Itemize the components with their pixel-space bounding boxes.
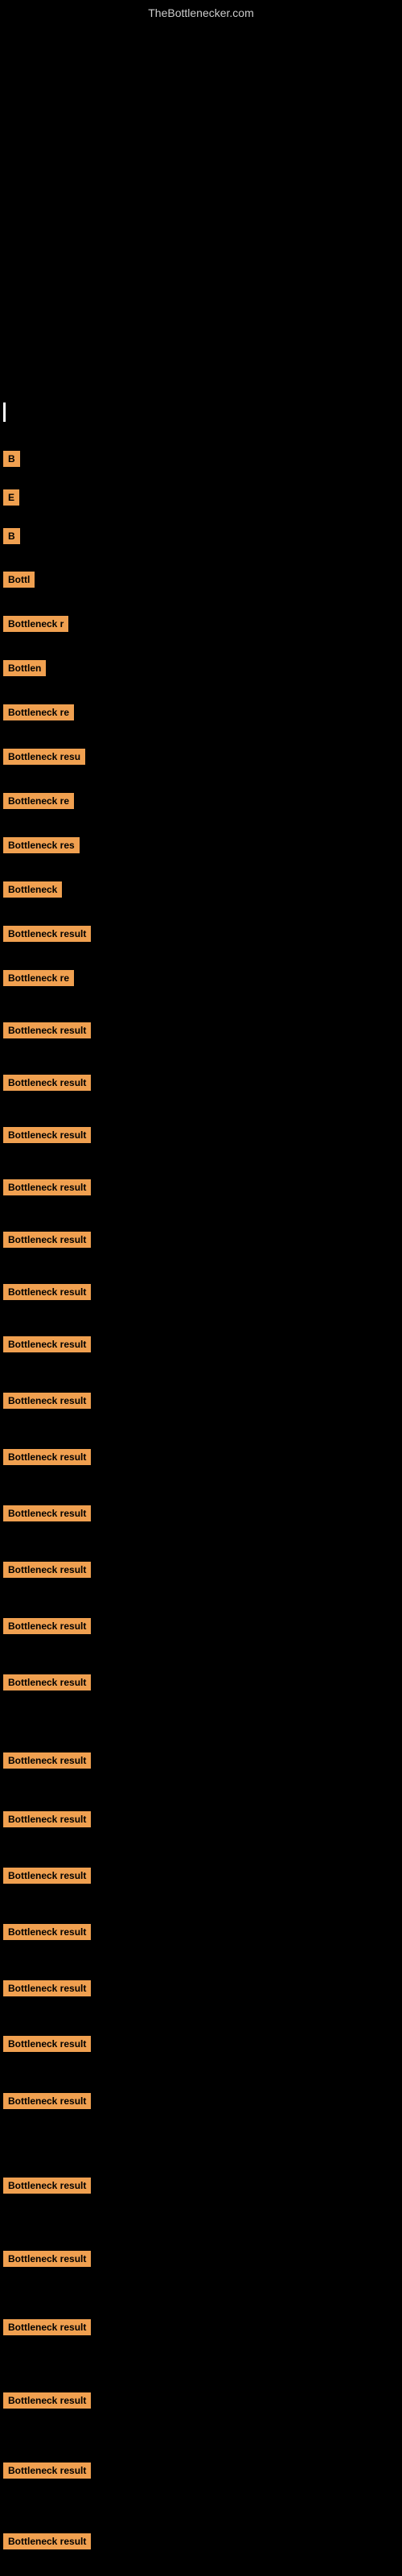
bottleneck-label-19: Bottleneck result <box>3 1232 91 1248</box>
bottleneck-label-20: Bottleneck result <box>3 1284 91 1300</box>
bottleneck-label-37: Bottleneck result <box>3 2319 91 2335</box>
bottleneck-label-25: Bottleneck result <box>3 1562 91 1578</box>
bottleneck-label-24: Bottleneck result <box>3 1505 91 1521</box>
bottleneck-label-22: Bottleneck result <box>3 1393 91 1409</box>
bottleneck-label-7: Bottlen <box>3 660 46 676</box>
bottleneck-label-38: Bottleneck result <box>3 2392 91 2409</box>
bottleneck-label-35: Bottleneck result <box>3 2178 91 2194</box>
bottleneck-label-12: Bottleneck <box>3 881 62 898</box>
bottleneck-label-17: Bottleneck result <box>3 1127 91 1143</box>
bottleneck-label-39: Bottleneck result <box>3 2462 91 2479</box>
bottleneck-label-26: Bottleneck result <box>3 1618 91 1634</box>
bottleneck-label-30: Bottleneck result <box>3 1868 91 1884</box>
bottleneck-label-5: Bottl <box>3 572 35 588</box>
bottleneck-label-27: Bottleneck result <box>3 1674 91 1690</box>
bottleneck-label-2: B <box>3 451 20 467</box>
site-title: TheBottlenecker.com <box>0 0 402 26</box>
bottleneck-label-23: Bottleneck result <box>3 1449 91 1465</box>
bottleneck-label-10: Bottleneck re <box>3 793 74 809</box>
bottleneck-label-9: Bottleneck resu <box>3 749 85 765</box>
bottleneck-label-14: Bottleneck re <box>3 970 74 986</box>
bottleneck-label-29: Bottleneck result <box>3 1811 91 1827</box>
bottleneck-label-18: Bottleneck result <box>3 1179 91 1195</box>
bottleneck-label-16: Bottleneck result <box>3 1075 91 1091</box>
bottleneck-label-11: Bottleneck res <box>3 837 80 853</box>
bottleneck-label-4: B <box>3 528 20 544</box>
bottleneck-label-34: Bottleneck result <box>3 2093 91 2109</box>
bottleneck-label-8: Bottleneck re <box>3 704 74 720</box>
bottleneck-label-28: Bottleneck result <box>3 1752 91 1769</box>
bottleneck-label-32: Bottleneck result <box>3 1980 91 1996</box>
bottleneck-label-33: Bottleneck result <box>3 2036 91 2052</box>
bottleneck-label-31: Bottleneck result <box>3 1924 91 1940</box>
bottleneck-label-36: Bottleneck result <box>3 2251 91 2267</box>
bottleneck-label-40: Bottleneck result <box>3 2533 91 2549</box>
bottleneck-label-15: Bottleneck result <box>3 1022 91 1038</box>
bottleneck-label-21: Bottleneck result <box>3 1336 91 1352</box>
bottleneck-label-13: Bottleneck result <box>3 926 91 942</box>
bottleneck-label-6: Bottleneck r <box>3 616 68 632</box>
cursor-1 <box>3 402 6 422</box>
bottleneck-label-3: E <box>3 489 19 506</box>
